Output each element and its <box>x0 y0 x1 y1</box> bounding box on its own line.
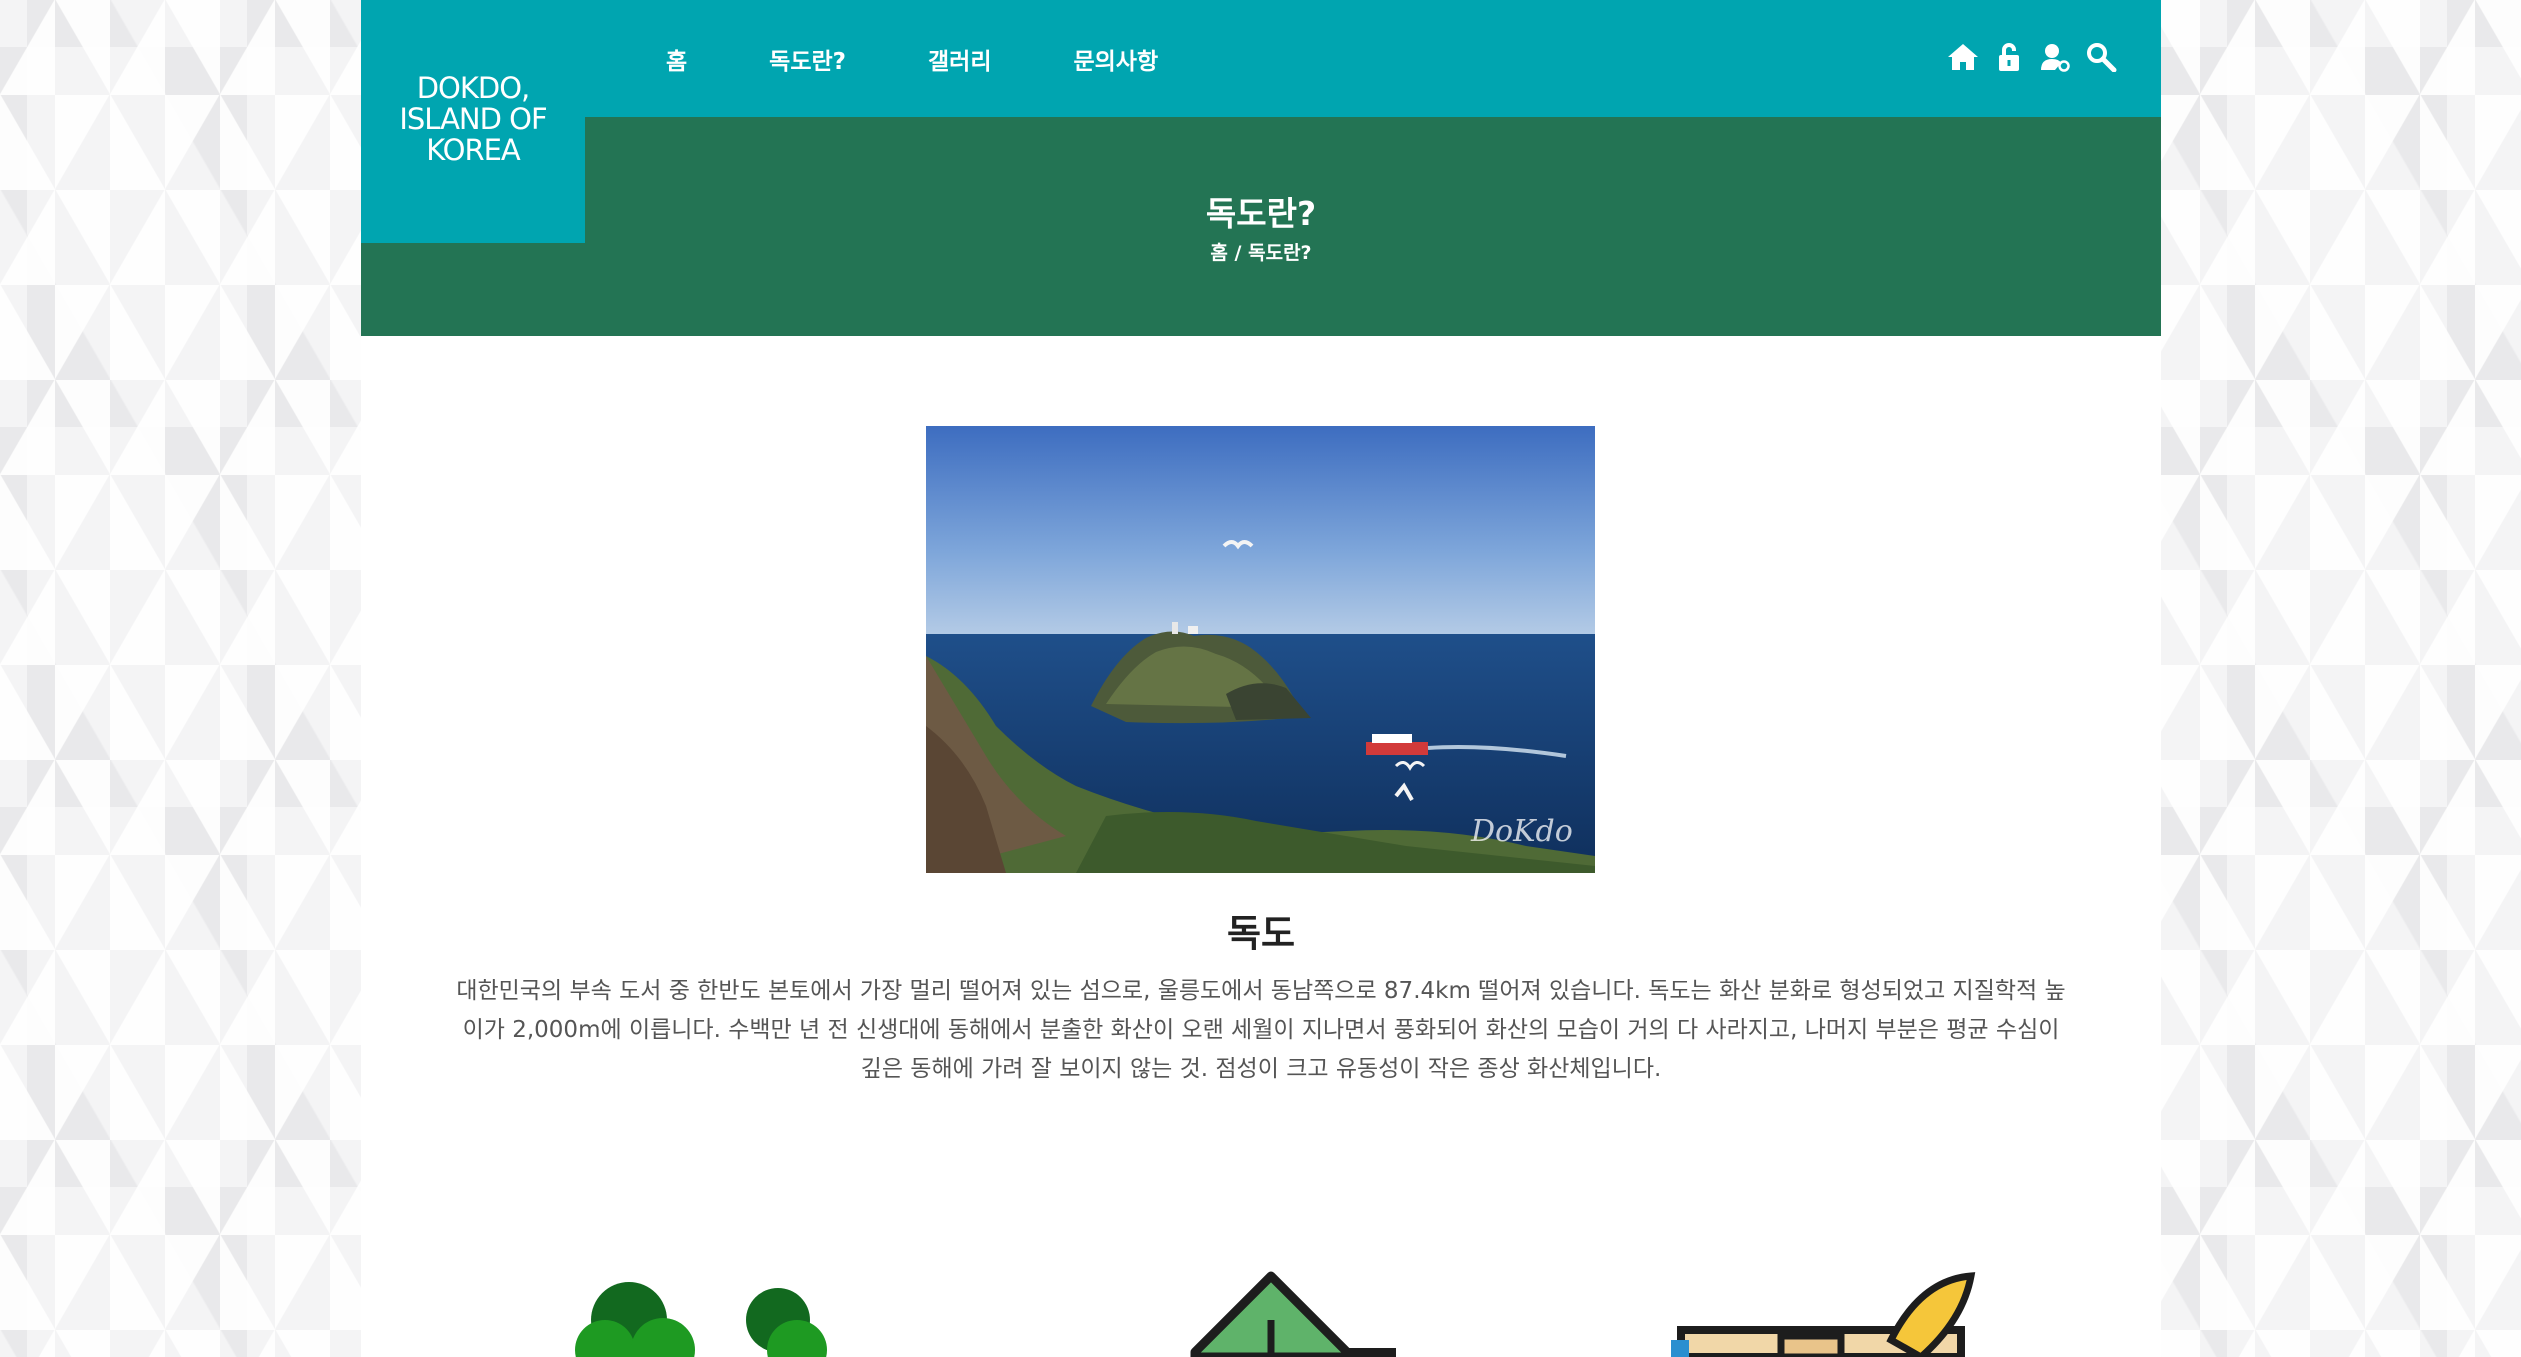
site-logo[interactable]: DOKDO, ISLAND OF KOREA <box>361 0 585 243</box>
lock-icon[interactable] <box>1993 41 2025 73</box>
leaf-sign-icon <box>1121 1270 1421 1357</box>
home-icon[interactable] <box>1947 41 1979 73</box>
book-quill-icon <box>1671 1270 1991 1357</box>
breadcrumb-separator: / <box>1234 242 1242 264</box>
breadcrumb: 홈 / 독도란? <box>361 238 2161 265</box>
nav-item-gallery[interactable]: 갤러리 <box>928 42 991 76</box>
trees-icon <box>571 1270 831 1357</box>
page-title: 독도란? <box>1205 194 1317 233</box>
main-nav: 홈 독도란? 갤러리 문의사항 <box>666 0 1158 117</box>
page-container: 홈 독도란? 갤러리 문의사항 DOKDO, ISLAND OF KOREA 독… <box>361 0 2161 1357</box>
breadcrumb-home[interactable]: 홈 <box>1210 242 1227 264</box>
nav-item-about-dokdo[interactable]: 독도란? <box>769 42 846 76</box>
section-title: 독도 <box>1226 912 1296 955</box>
page-banner: 독도란? 홈 / 독도란? <box>361 117 2161 336</box>
section-description: 대한민국의 부속 도서 중 한반도 본토에서 가장 멀리 떨어져 있는 섬으로,… <box>456 978 2066 1082</box>
top-header: 홈 독도란? 갤러리 문의사항 <box>361 0 2161 117</box>
utility-icons <box>1933 38 2117 76</box>
logo-text: DOKDO, ISLAND OF KOREA <box>399 71 547 167</box>
photo-watermark: DoKdo <box>1470 814 1573 849</box>
breadcrumb-current: 독도란? <box>1248 242 1312 264</box>
nav-item-home[interactable]: 홈 <box>666 42 687 76</box>
dokdo-photo: DoKdo <box>926 426 1595 873</box>
nav-item-contact[interactable]: 문의사항 <box>1073 42 1158 76</box>
search-icon[interactable] <box>2085 41 2117 73</box>
user-join-icon[interactable] <box>2039 41 2071 73</box>
